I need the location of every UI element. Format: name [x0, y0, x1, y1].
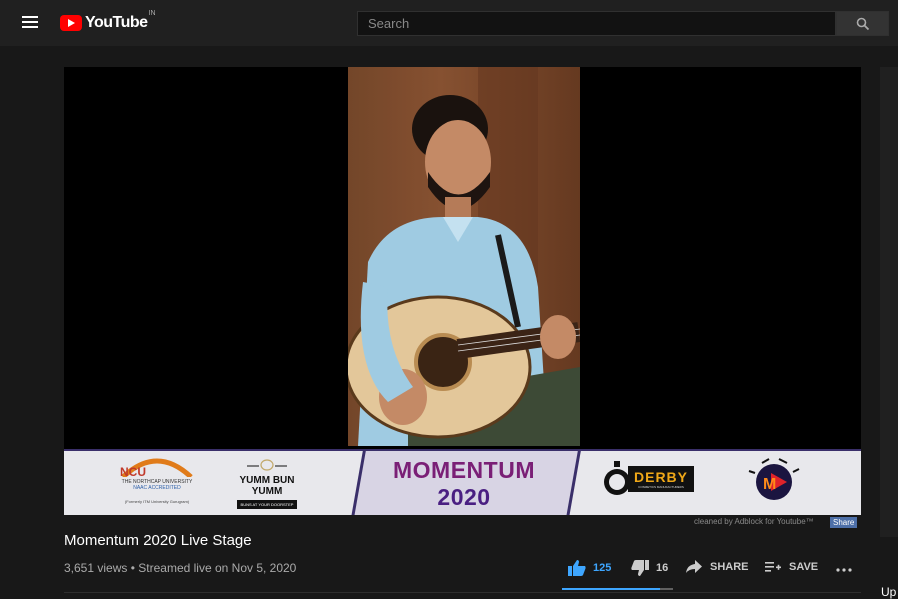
share-arrow-icon: [686, 560, 702, 573]
more-horizontal-icon: [836, 568, 852, 572]
youtube-logo[interactable]: YouTube IN: [60, 10, 156, 34]
thumbs-down-icon: [631, 560, 649, 576]
video-player[interactable]: NCU THE NORTHCAP UNIVERSITY NAAC ACCREDI…: [64, 67, 861, 515]
stream-date: Streamed live on Nov 5, 2020: [138, 561, 297, 575]
like-button[interactable]: 125: [568, 560, 611, 576]
thumbs-up-icon: [568, 560, 586, 576]
search-input[interactable]: [357, 11, 836, 36]
sponsor-yumm-bun-yumm: YUMM BUN YUMM BUNS AT YOUR DOORSTEP: [227, 459, 307, 509]
right-sidebar-edge: [880, 67, 898, 537]
bun-logo-icon: [247, 459, 287, 471]
video-frame: [348, 67, 580, 446]
video-thumbnail-image: [348, 67, 580, 446]
share-button[interactable]: SHARE: [686, 560, 749, 574]
save-button[interactable]: SAVE: [765, 560, 818, 574]
view-count: 3,651 views: [64, 561, 128, 575]
share-label: SHARE: [710, 561, 749, 573]
sponsor-m: M: [746, 457, 802, 509]
ncu-note: NAAC ACCREDITED: [133, 485, 181, 491]
like-dislike-ratio-bar: [562, 588, 673, 590]
save-label: SAVE: [789, 561, 819, 573]
banner-title: MOMENTUM 2020: [364, 457, 564, 511]
dislike-button[interactable]: 16: [631, 560, 668, 576]
adblock-share-button[interactable]: Share: [830, 517, 858, 528]
like-ratio-fill: [562, 588, 661, 590]
sponsor-derby: DERBY COSMETICS MANUFACTURERS: [602, 461, 702, 497]
sponsor-ncu: NCU THE NORTHCAP UNIVERSITY NAAC ACCREDI…: [114, 455, 200, 504]
m-logo-icon: M: [748, 458, 800, 500]
add-to-playlist-icon: [765, 562, 781, 572]
video-meta: 3,651 views • Streamed live on Nov 5, 20…: [64, 561, 296, 575]
yumm-sub: BUNS AT YOUR DOORSTEP: [236, 500, 298, 509]
up-next-label: Up: [881, 585, 897, 599]
banner-title-line1: MOMENTUM: [393, 457, 535, 483]
adblock-note: cleaned by Adblock for Youtube™: [694, 517, 814, 526]
search-bar: [357, 11, 889, 36]
video-title: Momentum 2020 Live Stage: [64, 532, 252, 549]
more-actions-button[interactable]: [836, 568, 852, 572]
ncu-footer: (Formerly ITM University Gurugram): [124, 499, 190, 504]
derby-name: DERBY: [634, 469, 689, 485]
sponsor-banner: NCU THE NORTHCAP UNIVERSITY NAAC ACCREDI…: [64, 449, 861, 515]
country-code: IN: [148, 10, 156, 17]
m-logo-letter: M: [763, 476, 776, 493]
dislike-count: 16: [656, 562, 669, 574]
logo-text: YouTube: [85, 14, 148, 31]
derby-sub: COSMETICS MANUFACTURERS: [638, 485, 684, 489]
search-button[interactable]: [836, 11, 889, 36]
yumm-name: YUMM BUN YUMM: [239, 475, 295, 497]
banner-title-line2: 2020: [437, 484, 491, 510]
like-count: 125: [593, 562, 612, 574]
metadata-divider: [64, 592, 861, 593]
menu-icon[interactable]: [22, 16, 38, 28]
top-bar: YouTube IN: [0, 0, 898, 46]
play-logo-icon: [60, 15, 82, 31]
search-icon: [856, 17, 869, 30]
